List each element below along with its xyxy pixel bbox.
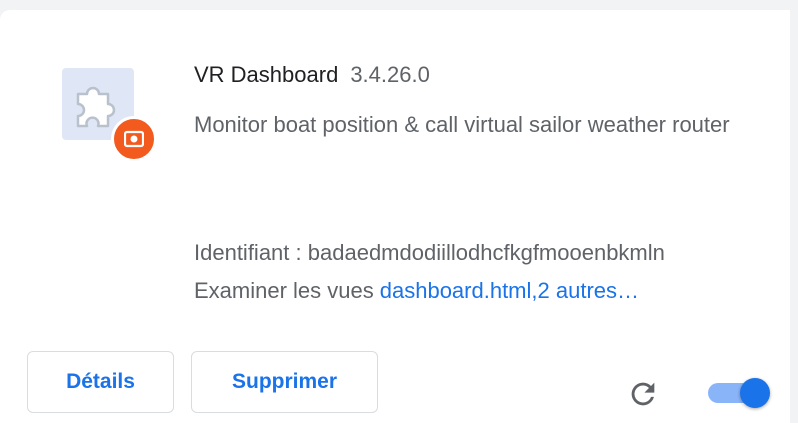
extension-id: Identifiant : badaedmdodiillodhcfkgfmooe… <box>194 236 665 270</box>
extension-version: 3.4.26.0 <box>350 62 430 87</box>
inspect-views-link[interactable]: dashboard.html,2 autres… <box>380 278 639 303</box>
remove-button[interactable]: Supprimer <box>191 351 378 413</box>
extension-id-value: badaedmdodiillodhcfkgfmooenbkmln <box>307 240 665 265</box>
extension-title: VR Dashboard 3.4.26.0 <box>194 62 430 88</box>
inspect-views: Examiner les vues dashboard.html,2 autres… <box>194 274 639 308</box>
toggle-knob <box>740 378 770 408</box>
enable-toggle[interactable] <box>708 378 770 408</box>
details-button[interactable]: Détails <box>27 351 174 413</box>
extension-card: VR Dashboard 3.4.26.0 Monitor boat positi… <box>0 10 790 423</box>
extension-description: Monitor boat position & call virtual sai… <box>194 112 730 137</box>
camera-record-icon <box>111 116 157 162</box>
inspect-views-label: Examiner les vues <box>194 278 374 303</box>
extension-icon <box>62 68 160 166</box>
extension-id-label: Identifiant : <box>194 240 302 265</box>
extension-name: VR Dashboard <box>194 62 339 87</box>
reload-icon[interactable] <box>626 377 660 411</box>
